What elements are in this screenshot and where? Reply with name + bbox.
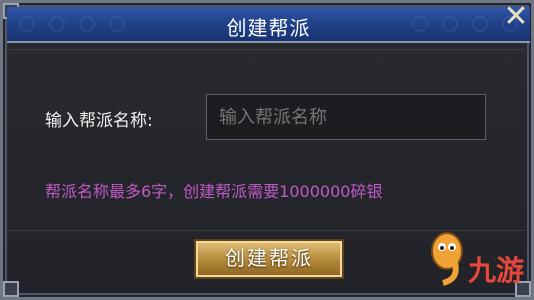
guild-name-hint: 帮派名称最多6字，创建帮派需要1000000碎银 bbox=[45, 182, 383, 201]
content-panel bbox=[9, 49, 530, 231]
frame-corner-ornament bbox=[3, 281, 19, 297]
guild-name-label: 输入帮派名称: bbox=[45, 111, 153, 131]
dialog-title: 创建帮派 bbox=[226, 16, 311, 40]
close-icon: ✕ bbox=[503, 0, 529, 34]
watermark-logo-text: 九游 bbox=[468, 254, 525, 287]
dialog-title-bar: 创建帮派 bbox=[7, 7, 530, 43]
create-guild-dialog: 创建帮派 ✕ 输入帮派名称: 帮派名称最多6字，创建帮派需要1000000碎银 … bbox=[0, 0, 534, 300]
create-guild-button[interactable]: 创建帮派 bbox=[194, 239, 344, 279]
guild-name-input[interactable] bbox=[206, 94, 486, 140]
close-button[interactable]: ✕ bbox=[501, 0, 531, 34]
